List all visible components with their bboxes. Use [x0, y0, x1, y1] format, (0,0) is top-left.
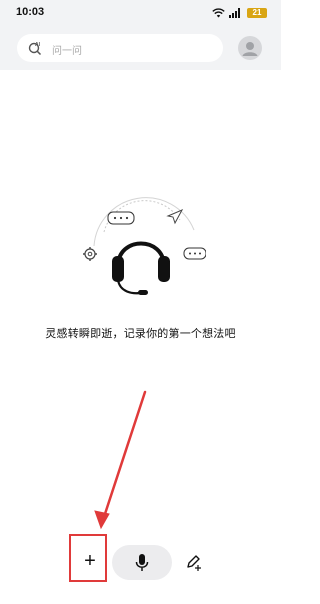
status-icons: 21	[212, 7, 267, 19]
wifi-icon	[212, 8, 225, 18]
status-bar: 10:03 21	[0, 0, 281, 26]
headphones-icon	[83, 197, 206, 295]
pen-text-button[interactable]	[184, 552, 204, 572]
empty-state-text: 灵感转瞬即逝，记录你的第一个想法吧	[45, 328, 236, 340]
microphone-icon	[135, 553, 149, 571]
svg-text:AI: AI	[35, 42, 41, 48]
signal-icon	[229, 8, 240, 18]
search-input[interactable]: AI 问一问	[17, 34, 223, 62]
highlight-box	[69, 534, 107, 582]
user-avatar-icon[interactable]	[238, 36, 262, 60]
pen-text-icon	[187, 555, 201, 571]
ai-search-icon: AI	[28, 42, 42, 56]
status-time: 10:03	[16, 6, 45, 18]
battery-icon: 21	[247, 8, 267, 18]
search-placeholder: 问一问	[52, 46, 82, 57]
red-arrow-annotation	[94, 390, 147, 530]
avatar-silhouette	[242, 42, 258, 56]
header: AI 问一问	[0, 26, 281, 70]
microphone-button[interactable]	[112, 545, 172, 580]
